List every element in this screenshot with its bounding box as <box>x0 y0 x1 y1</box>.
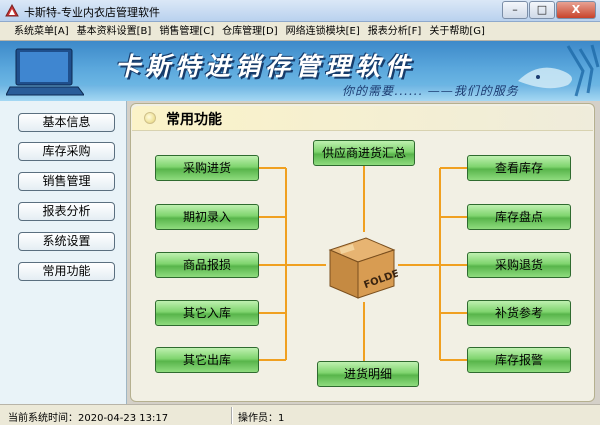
menu-chain-network[interactable]: 网络连锁模块[E] <box>282 22 364 40</box>
window-controls: – □ X <box>501 1 596 19</box>
menu-reports[interactable]: 报表分析[F] <box>364 22 426 40</box>
status-divider <box>231 407 233 424</box>
sidebar-item-reports[interactable]: 报表分析 <box>18 202 115 221</box>
purchase-detail-button[interactable]: 进货明细 <box>317 361 419 387</box>
minimize-button[interactable]: – <box>502 1 528 19</box>
menu-basic-settings[interactable]: 基本资料设置[B] <box>73 22 156 40</box>
supplier-purchase-summary-button[interactable]: 供应商进货汇总 <box>313 140 415 166</box>
banner: 卡斯特进销存管理软件 你的需要...... ——我们的服务 <box>0 41 600 101</box>
menu-bar: 系统菜单[A] 基本资料设置[B] 销售管理[C] 仓库管理[D] 网络连锁模块… <box>0 22 600 41</box>
sidebar: 基本信息 库存采购 销售管理 报表分析 系统设置 常用功能 <box>0 101 127 404</box>
menu-system[interactable]: 系统菜单[A] <box>10 22 73 40</box>
menu-help[interactable]: 关于帮助[G] <box>425 22 489 40</box>
sidebar-item-common[interactable]: 常用功能 <box>18 262 115 281</box>
menu-sales[interactable]: 销售管理[C] <box>155 22 218 40</box>
bullet-icon <box>144 112 156 124</box>
stock-count-button[interactable]: 库存盘点 <box>467 204 571 230</box>
goods-loss-button[interactable]: 商品报损 <box>155 252 259 278</box>
sidebar-item-settings[interactable]: 系统设置 <box>18 232 115 251</box>
purchase-entry-button[interactable]: 采购进货 <box>155 155 259 181</box>
laptop-icon <box>6 48 84 96</box>
folder-box-icon: FOLDER <box>328 237 398 299</box>
stock-alert-button[interactable]: 库存报警 <box>467 347 571 373</box>
app-icon <box>5 4 19 17</box>
purchase-return-button[interactable]: 采购退货 <box>467 252 571 278</box>
other-inbound-button[interactable]: 其它入库 <box>155 300 259 326</box>
opening-entry-button[interactable]: 期初录入 <box>155 204 259 230</box>
sidebar-item-basic-info[interactable]: 基本信息 <box>18 113 115 132</box>
sidebar-item-stock-purchase[interactable]: 库存采购 <box>18 142 115 161</box>
menu-warehouse[interactable]: 仓库管理[D] <box>218 22 282 40</box>
window-title: 卡斯特-专业内衣店管理软件 <box>24 6 160 19</box>
panel-title: 常用功能 <box>166 112 222 128</box>
status-operator: 操作员：1 <box>238 413 285 424</box>
sidebar-item-sales[interactable]: 销售管理 <box>18 172 115 191</box>
status-bar: 当前系统时间：2020-04-23 13:17 操作员：1 <box>0 404 600 425</box>
other-outbound-button[interactable]: 其它出库 <box>155 347 259 373</box>
panel-header: 常用功能 <box>132 106 593 131</box>
title-bar: 卡斯特-专业内衣店管理软件 – □ X <box>0 0 600 22</box>
banner-slogan: 你的需要...... ——我们的服务 <box>342 84 519 98</box>
close-button[interactable]: X <box>556 1 596 19</box>
status-time: 当前系统时间：2020-04-23 13:17 <box>8 413 169 424</box>
fish-art-icon <box>518 44 600 97</box>
restock-reference-button[interactable]: 补货参考 <box>467 300 571 326</box>
maximize-button[interactable]: □ <box>529 1 555 19</box>
view-stock-button[interactable]: 查看库存 <box>467 155 571 181</box>
banner-title: 卡斯特进销存管理软件 <box>115 52 416 81</box>
